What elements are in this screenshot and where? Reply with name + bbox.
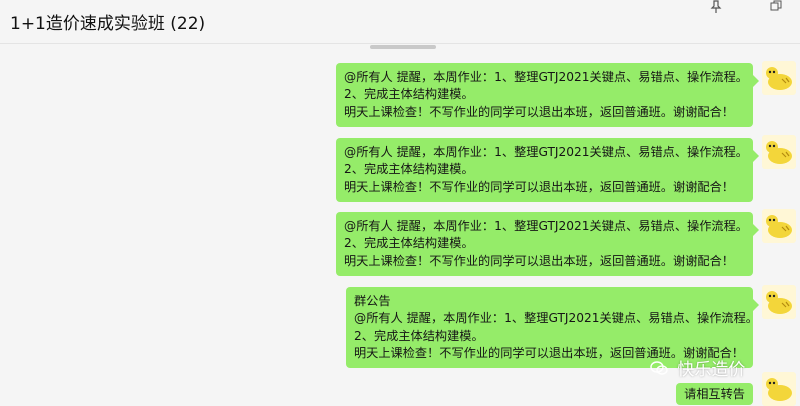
message-line: @所有人 提醒，本周作业：1、整理GTJ2021关键点、易错点、操作流程。: [344, 70, 748, 84]
message-bubble[interactable]: @所有人 提醒，本周作业：1、整理GTJ2021关键点、易错点、操作流程。 2、…: [336, 63, 759, 127]
message-line: @所有人 提醒，本周作业：1、整理GTJ2021关键点、易错点、操作流程。: [344, 219, 748, 233]
message-line: 群公告: [354, 294, 391, 308]
pin-icon[interactable]: [704, 0, 728, 16]
avatar[interactable]: [762, 209, 796, 243]
message-line: 请相互转告: [684, 387, 745, 401]
chat-title: 1+1造价速成实验班 (22): [10, 14, 206, 34]
message-line: 明天上课检查！不写作业的同学可以退出本班，返回普通班。谢谢配合！: [344, 104, 734, 119]
chat-header: 1+1造价速成实验班 (22): [0, 0, 800, 44]
avatar[interactable]: [762, 285, 796, 319]
avatar[interactable]: [762, 61, 796, 95]
message-bubble[interactable]: @所有人 提醒，本周作业：1、整理GTJ2021关键点、易错点、操作流程。 2、…: [336, 138, 759, 202]
watermark-text: 快乐造价: [677, 360, 746, 380]
message-line: 明天上课检查！不写作业的同学可以退出本班，返回普通班。谢谢配合！: [344, 179, 734, 194]
message-line: 2、完成主体结构建模。: [344, 87, 474, 102]
scroll-indicator: [370, 45, 436, 49]
watermark: 快乐造价: [650, 355, 745, 381]
message-line: @所有人 提醒，本周作业：1、整理GTJ2021关键点、易错点、操作流程。: [354, 311, 758, 326]
avatar[interactable]: [762, 372, 796, 406]
message-line: 明天上课检查！不写作业的同学可以退出本班，返回普通班。谢谢配合！: [344, 253, 734, 268]
message-line: 2、完成主体结构建模。: [354, 328, 484, 343]
message-line: 2、完成主体结构建模。: [344, 162, 474, 177]
wechat-icon: [650, 360, 668, 381]
message-line: @所有人 提醒，本周作业：1、整理GTJ2021关键点、易错点、操作流程。: [344, 145, 748, 159]
message-line: 2、完成主体结构建模。: [344, 236, 474, 251]
message-bubble[interactable]: 请相互转告: [676, 383, 753, 405]
avatar[interactable]: [762, 135, 796, 169]
message-bubble[interactable]: @所有人 提醒，本周作业：1、整理GTJ2021关键点、易错点、操作流程。 2、…: [336, 212, 759, 276]
restore-icon[interactable]: [764, 0, 788, 16]
